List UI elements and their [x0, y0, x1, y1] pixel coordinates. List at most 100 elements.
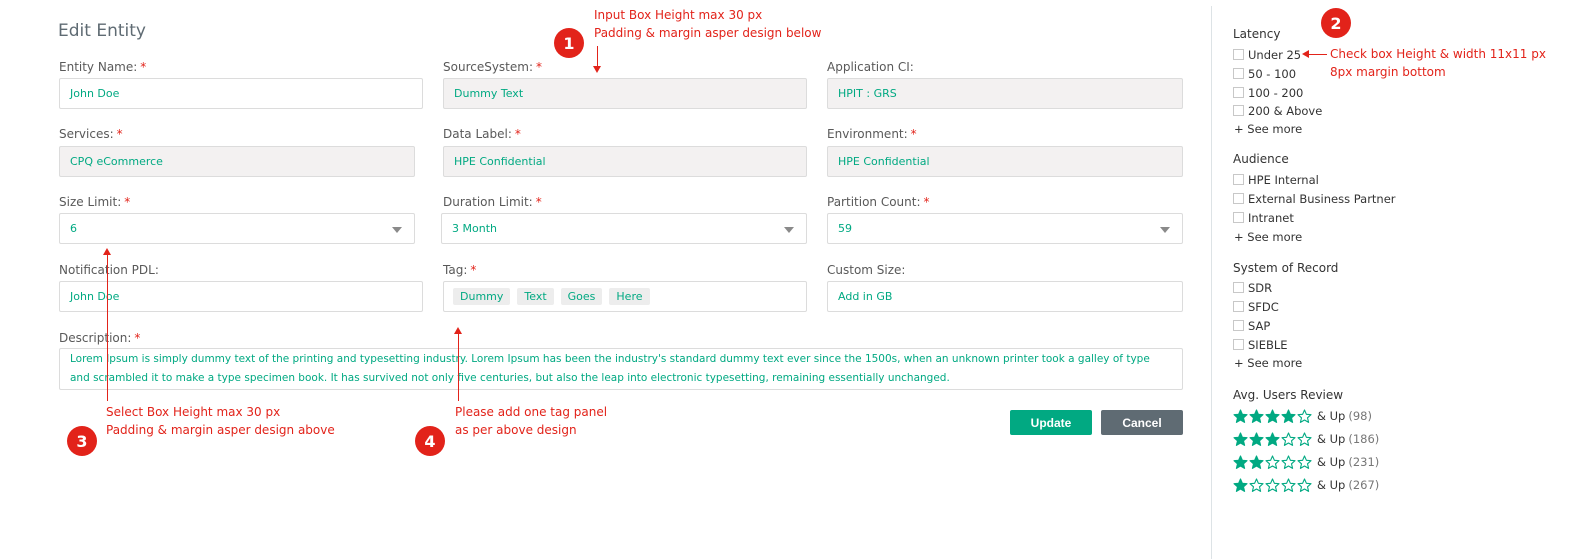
annotation-3-badge: 3	[67, 426, 97, 456]
annotation-2-badge: 2	[1321, 8, 1351, 38]
checkbox-icon[interactable]	[1233, 212, 1244, 223]
annotation-4-text: Please add one tag panel as per above des…	[455, 405, 608, 437]
review-filter-row[interactable]: & Up (186)	[1233, 430, 1379, 448]
notification-pdl-label: Notification PDL:	[59, 263, 159, 277]
sidebar-divider	[1211, 6, 1212, 559]
annotation-4-line	[458, 333, 459, 401]
page-title: Edit Entity	[58, 21, 146, 41]
source-system-label: SourceSystem: *	[443, 60, 543, 74]
review-suffix: & Up	[1317, 478, 1346, 492]
size-limit-label: Size Limit: *	[59, 195, 131, 209]
tag-chip[interactable]: Dummy	[453, 288, 511, 305]
checkbox-icon[interactable]	[1233, 68, 1244, 79]
filter-latency-item[interactable]: 200 & Above	[1233, 103, 1322, 118]
annotation-3-text: Select Box Height max 30 px Padding & mar…	[106, 405, 335, 437]
audience-see-more-link[interactable]: + See more	[1234, 230, 1302, 244]
description-label: Description: *	[59, 331, 141, 345]
checkbox-icon[interactable]	[1233, 174, 1244, 185]
filter-latency-item[interactable]: 100 - 200	[1233, 85, 1303, 100]
partition-count-select[interactable]: 59	[827, 213, 1183, 244]
star-empty-icon	[1297, 431, 1312, 447]
partition-count-label: Partition Count: *	[827, 195, 930, 209]
tag-chip[interactable]: Text	[517, 288, 554, 305]
star-empty-icon	[1281, 477, 1296, 493]
star-filled-icon	[1265, 408, 1280, 424]
star-filled-icon	[1233, 454, 1248, 470]
review-suffix: & Up	[1317, 432, 1346, 446]
duration-limit-select[interactable]: 3 Month	[441, 213, 807, 244]
filter-sor-item[interactable]: SAP	[1233, 318, 1270, 333]
entity-name-input[interactable]: John Doe	[59, 78, 423, 109]
services-input[interactable]: CPQ eCommerce	[59, 146, 415, 177]
environment-input[interactable]: HPE Confidential	[827, 146, 1183, 177]
review-count: (231)	[1348, 455, 1380, 469]
checkbox-icon[interactable]	[1233, 193, 1244, 204]
filter-latency-item[interactable]: Under 25	[1233, 47, 1301, 62]
filter-audience-item[interactable]: Intranet	[1233, 210, 1294, 225]
tag-label: Tag: *	[443, 263, 477, 277]
star-empty-icon	[1281, 431, 1296, 447]
checkbox-icon[interactable]	[1233, 282, 1244, 293]
system-of-record-heading: System of Record	[1233, 261, 1339, 275]
star-filled-icon	[1281, 408, 1296, 424]
tag-chip[interactable]: Here	[609, 288, 650, 305]
filter-sor-item[interactable]: SIEBLE	[1233, 337, 1288, 352]
tag-chip[interactable]: Goes	[560, 288, 603, 305]
filter-audience-item[interactable]: External Business Partner	[1233, 191, 1396, 206]
duration-limit-label: Duration Limit: *	[443, 195, 542, 209]
data-label-input[interactable]: HPE Confidential	[443, 146, 807, 177]
star-empty-icon	[1297, 408, 1312, 424]
star-filled-icon	[1233, 431, 1248, 447]
star-rating	[1233, 408, 1313, 424]
review-filter-row[interactable]: & Up (98)	[1233, 407, 1372, 425]
star-filled-icon	[1249, 408, 1264, 424]
custom-size-input[interactable]: Add in GB	[827, 281, 1183, 312]
star-filled-icon	[1265, 431, 1280, 447]
latency-see-more-link[interactable]: + See more	[1234, 122, 1302, 136]
star-empty-icon	[1281, 454, 1296, 470]
notification-pdl-input[interactable]: John Doe	[59, 281, 423, 312]
filter-latency-item[interactable]: 50 - 100	[1233, 66, 1296, 81]
annotation-2-line	[1308, 54, 1327, 55]
services-label: Services: *	[59, 127, 123, 141]
review-filter-row[interactable]: & Up (231)	[1233, 453, 1379, 471]
annotation-1-text: Input Box Height max 30 px Padding & marg…	[594, 8, 822, 40]
star-filled-icon	[1249, 431, 1264, 447]
star-filled-icon	[1233, 477, 1248, 493]
star-empty-icon	[1265, 477, 1280, 493]
star-rating	[1233, 454, 1313, 470]
review-filter-row[interactable]: & Up (267)	[1233, 476, 1379, 494]
checkbox-icon[interactable]	[1233, 339, 1244, 350]
annotation-1-line	[597, 46, 598, 67]
update-button[interactable]: Update	[1010, 410, 1092, 435]
checkbox-icon[interactable]	[1233, 105, 1244, 116]
star-empty-icon	[1249, 477, 1264, 493]
annotation-1-arrow-icon	[593, 66, 601, 73]
size-limit-select[interactable]: 6	[59, 213, 415, 244]
custom-size-label: Custom Size:	[827, 263, 906, 277]
filter-sor-item[interactable]: SDR	[1233, 280, 1272, 295]
cancel-button[interactable]: Cancel	[1101, 410, 1183, 435]
application-ci-label: Application CI:	[827, 60, 914, 74]
review-count: (267)	[1348, 478, 1380, 492]
star-rating	[1233, 431, 1313, 447]
annotation-4-badge: 4	[415, 426, 445, 456]
star-rating	[1233, 477, 1313, 493]
checkbox-icon[interactable]	[1233, 301, 1244, 312]
sor-see-more-link[interactable]: + See more	[1234, 356, 1302, 370]
review-suffix: & Up	[1317, 455, 1346, 469]
tag-input[interactable]: Dummy Text Goes Here	[443, 281, 807, 312]
filter-sor-item[interactable]: SFDC	[1233, 299, 1279, 314]
application-ci-input[interactable]: HPIT : GRS	[827, 78, 1183, 109]
filter-audience-item[interactable]: HPE Internal	[1233, 172, 1319, 187]
star-empty-icon	[1297, 454, 1312, 470]
latency-heading: Latency	[1233, 27, 1281, 41]
review-count: (98)	[1348, 409, 1372, 423]
reviews-heading: Avg. Users Review	[1233, 388, 1344, 402]
checkbox-icon[interactable]	[1233, 320, 1244, 331]
star-filled-icon	[1249, 454, 1264, 470]
checkbox-icon[interactable]	[1233, 87, 1244, 98]
checkbox-icon[interactable]	[1233, 49, 1244, 60]
source-system-input[interactable]: Dummy Text	[443, 78, 807, 109]
description-textarea[interactable]: Lorem Ipsum is simply dummy text of the …	[59, 348, 1183, 390]
